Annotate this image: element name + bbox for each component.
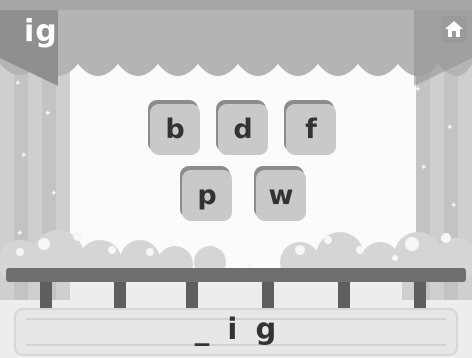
letter-tile-f[interactable]: f — [284, 100, 336, 155]
star-decoration: ✦ — [446, 123, 454, 133]
star-decoration: ✦ — [20, 151, 28, 161]
star-decoration: ✦ — [44, 109, 52, 119]
home-button[interactable] — [441, 16, 467, 43]
star-decoration: ✦ — [450, 201, 458, 211]
tile-letter: w — [256, 170, 306, 221]
game-stage: ✦ ✦ ✦ ✦ ✦ ✦ ✦ ✦ ✦ ig b d f p w _ i g — [0, 0, 472, 358]
tile-letter: d — [218, 104, 268, 155]
star-decoration: ✦ — [50, 189, 58, 199]
letter-tile-p[interactable]: p — [180, 166, 232, 221]
answer-bar: _ i g — [14, 308, 458, 356]
level-label: ig — [24, 14, 58, 49]
answer-letter: i — [227, 312, 239, 346]
fence-rail — [6, 268, 466, 282]
letter-tile-b[interactable]: b — [148, 100, 200, 155]
star-decoration: ✦ — [420, 163, 428, 173]
tile-letter: f — [286, 104, 336, 155]
awning — [0, 0, 472, 86]
letter-tile-d[interactable]: d — [216, 100, 268, 155]
answer-blank-slot[interactable]: _ — [195, 312, 211, 346]
answer-word: _ i g — [14, 312, 458, 346]
tile-letter: b — [150, 104, 200, 155]
home-icon — [445, 21, 463, 37]
answer-letter: g — [255, 312, 278, 346]
tile-letter: p — [182, 170, 232, 221]
letter-tile-w[interactable]: w — [254, 166, 306, 221]
